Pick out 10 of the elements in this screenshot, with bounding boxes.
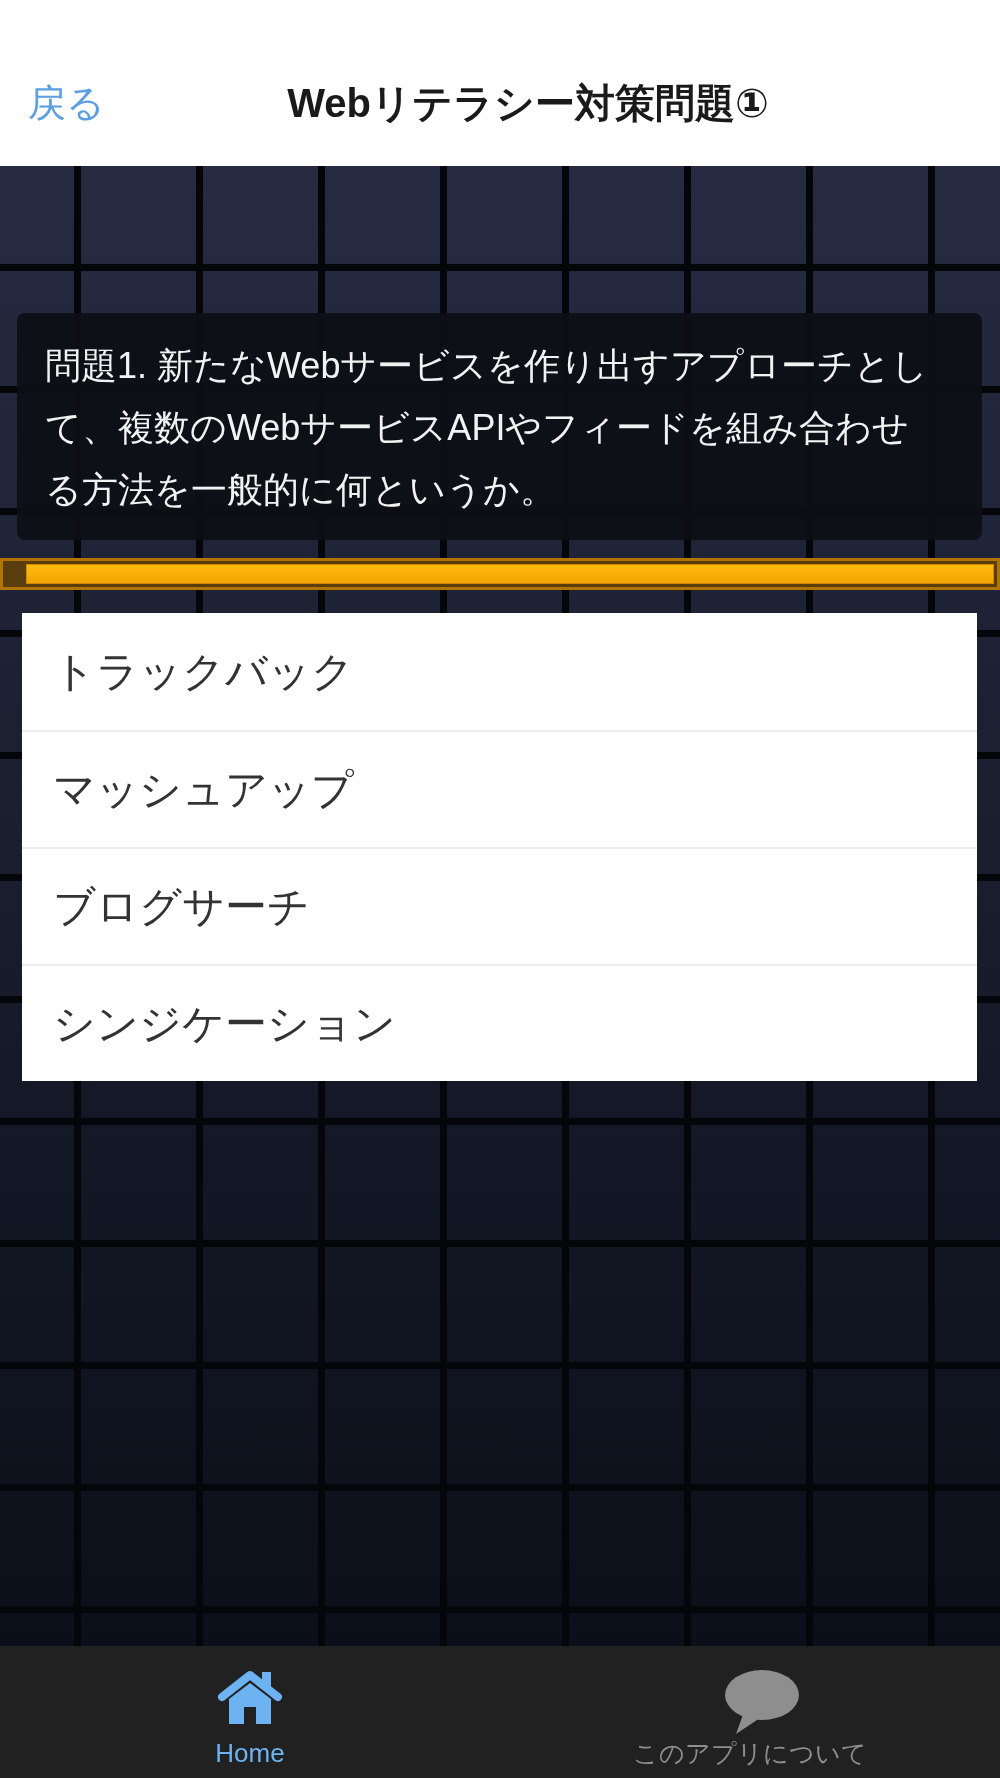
- answer-option[interactable]: トラックバック: [22, 613, 977, 730]
- home-icon: [217, 1670, 283, 1724]
- speech-bubble-icon: [723, 1670, 799, 1734]
- tab[interactable]: Home: [0, 1646, 500, 1778]
- answer-option[interactable]: シンジケーション: [22, 964, 977, 1081]
- nav-title: Webリテラシー対策問題①: [286, 79, 770, 127]
- answer-option[interactable]: マッシュアップ: [22, 730, 977, 847]
- answer-option[interactable]: ブログサーチ: [22, 847, 977, 964]
- question-text: 問題1. 新たなWebサービスを作り出すアプローチとして、複数のWebサービスAPIやフィードを組み合わせる方法を一般的に何というか。: [45, 344, 930, 512]
- tab[interactable]: このアプリについて: [500, 1646, 1000, 1778]
